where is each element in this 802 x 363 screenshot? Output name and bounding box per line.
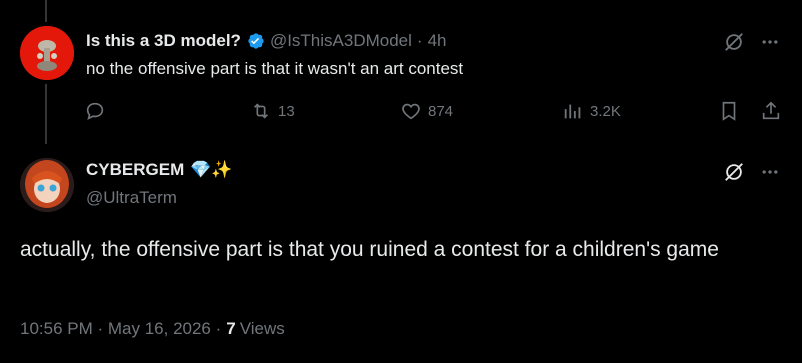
reply-time[interactable]: 4h	[428, 31, 447, 51]
verified-badge-icon	[246, 31, 266, 51]
main-views-count: 7	[226, 319, 236, 338]
retweet-icon	[250, 100, 272, 122]
views-label: Views	[239, 319, 285, 338]
avatar-isthisa3dmodel[interactable]	[20, 26, 74, 80]
name-emoji: 💎✨	[190, 160, 233, 179]
avatar-ultraterm[interactable]	[20, 158, 74, 212]
share-icon	[760, 100, 782, 122]
separator-dot: ·	[416, 31, 423, 50]
main-tweet-text: actually, the offensive part is that you…	[20, 238, 719, 261]
share-button[interactable]	[760, 100, 782, 122]
grok-icon[interactable]	[722, 30, 746, 54]
retweet-button[interactable]: 13	[250, 100, 295, 122]
main-tweet-header: CYBERGEM 💎✨	[86, 160, 233, 180]
tweet-meta: 10:56 PM · May 16, 2026 · 7 Views	[20, 319, 285, 339]
thread-line-connector	[45, 84, 47, 144]
reply-button[interactable]	[84, 100, 106, 122]
heart-icon	[400, 100, 422, 122]
like-count: 874	[428, 102, 454, 120]
grok-icon-main[interactable]	[722, 160, 746, 184]
views-button[interactable]: 3.2K	[562, 100, 621, 122]
main-handle[interactable]: @UltraTerm	[86, 188, 177, 208]
reply-icon	[84, 100, 106, 122]
reply-handle[interactable]: @IsThisA3DModel	[270, 31, 412, 51]
reply-display-name[interactable]: Is this a 3D model?	[86, 31, 241, 51]
main-display-name[interactable]: CYBERGEM	[86, 160, 184, 180]
more-options-icon[interactable]	[758, 30, 782, 54]
bookmark-button[interactable]	[718, 100, 740, 122]
more-options-icon-main[interactable]	[758, 160, 782, 184]
tweet-timestamp[interactable]: 10:56 PM · May 16, 2026 ·	[20, 319, 221, 339]
bookmark-icon	[718, 100, 740, 122]
reply-tweet-header: Is this a 3D model? @IsThisA3DModel · 4h	[86, 30, 447, 52]
views-count: 3.2K	[590, 102, 621, 120]
retweet-count: 13	[278, 102, 295, 120]
reply-tweet-text: no the offensive part is that it wasn't …	[86, 59, 464, 78]
thread-line-top	[45, 0, 47, 22]
like-button[interactable]: 874	[400, 100, 453, 122]
analytics-icon	[562, 100, 584, 122]
